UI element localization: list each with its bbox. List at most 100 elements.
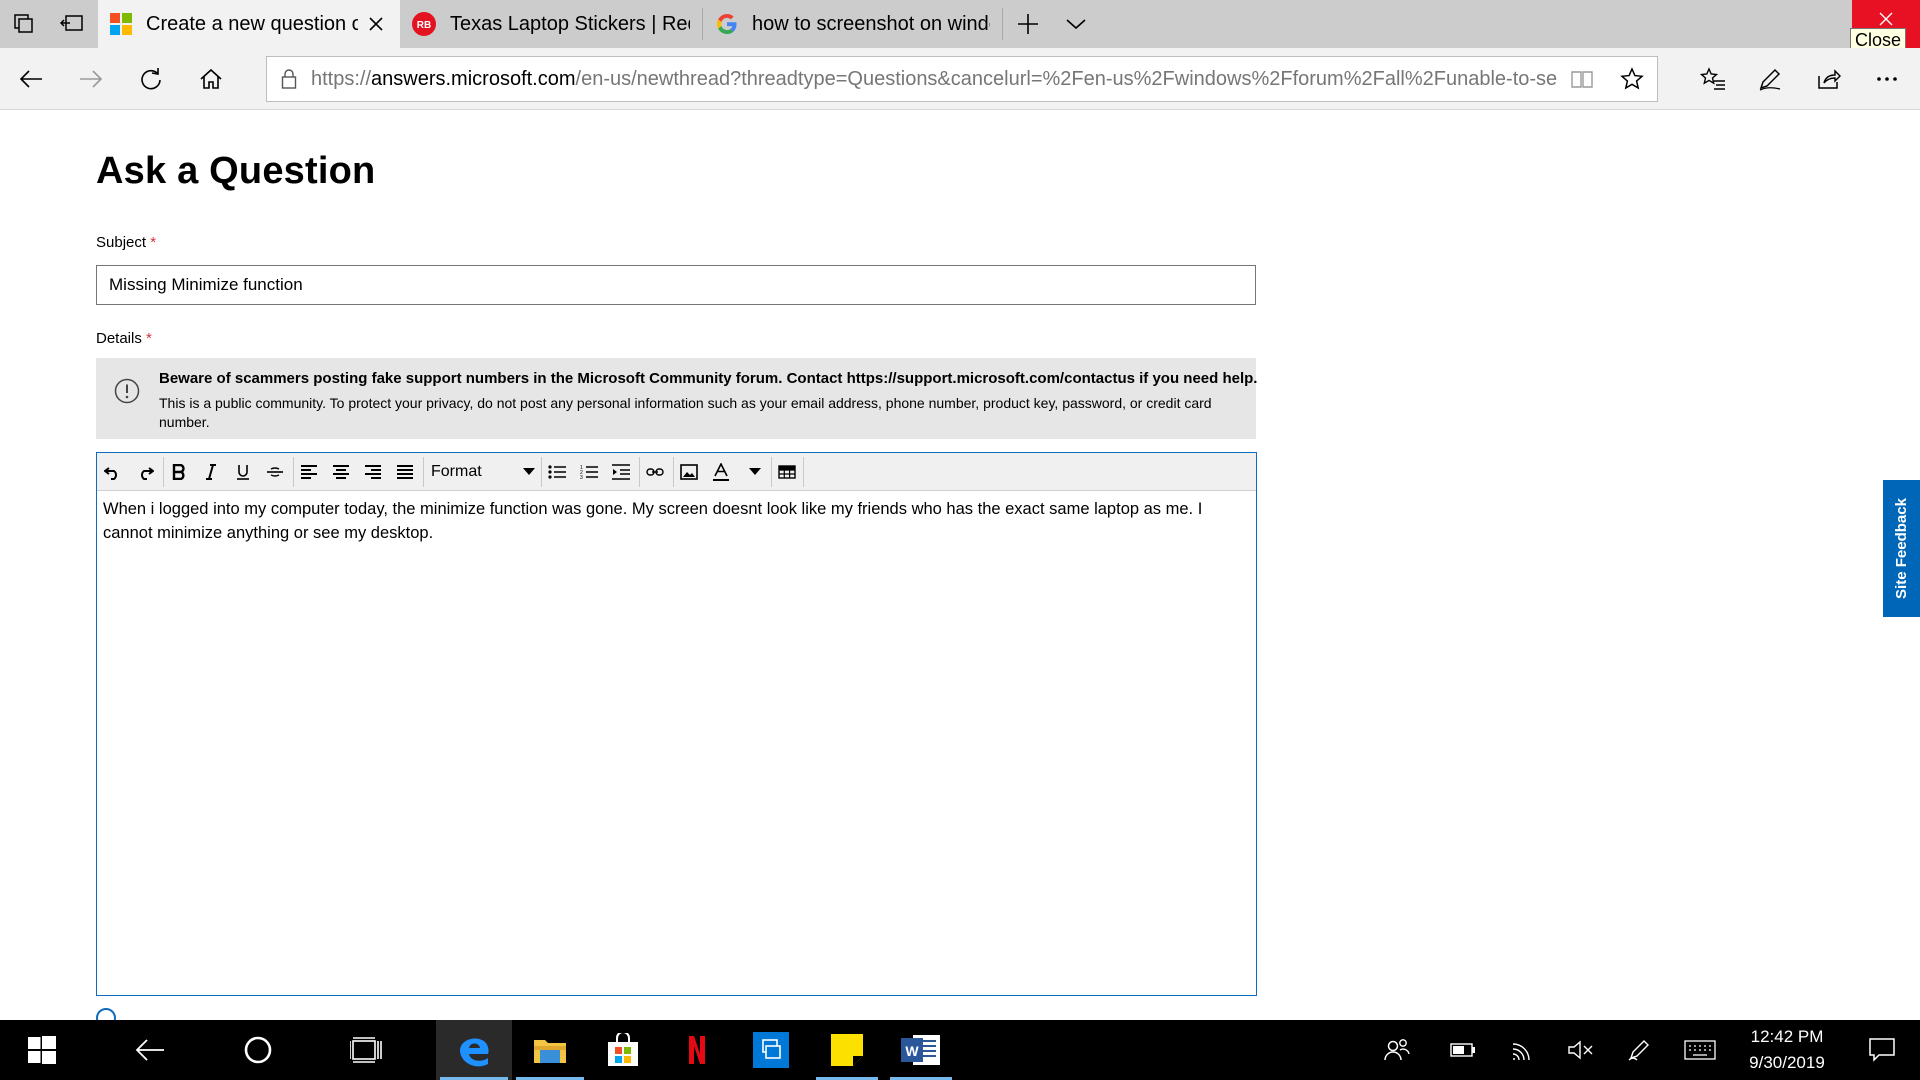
tab-create-question[interactable]: Create a new question o: [98, 0, 400, 48]
new-tab-button[interactable]: [1004, 0, 1052, 48]
action-center-button[interactable]: [1852, 1020, 1912, 1080]
site-feedback-label: Site Feedback: [1893, 498, 1911, 599]
tab-title: Create a new question o: [146, 12, 358, 35]
bullet-list-icon: [548, 465, 566, 479]
word-icon: W: [901, 1035, 940, 1065]
format-label: Format: [431, 463, 482, 480]
font-color-button[interactable]: [707, 458, 735, 486]
url-prefix: https://: [311, 67, 372, 90]
volume-status[interactable]: [1556, 1020, 1606, 1080]
taskbar-back-button[interactable]: [110, 1020, 190, 1080]
back-arrow-icon: [135, 1039, 164, 1061]
pen-workspace-button[interactable]: [1614, 1020, 1664, 1080]
taskbar-word[interactable]: W: [886, 1020, 956, 1080]
tab-preview-button[interactable]: [1052, 0, 1100, 48]
insert-link-button[interactable]: [641, 458, 669, 486]
align-center-button[interactable]: [327, 458, 355, 486]
battery-icon: [1450, 1043, 1475, 1057]
system-clock[interactable]: 12:42 PM 9/30/2019: [1728, 1020, 1846, 1080]
favorites-list-icon: [1700, 67, 1725, 90]
toolbar-separator: [423, 457, 424, 487]
format-dropdown[interactable]: Format: [427, 458, 539, 486]
lock-icon: [281, 69, 297, 89]
web-note-button[interactable]: [1746, 55, 1794, 103]
indent-icon: [612, 464, 630, 480]
font-color-dropdown[interactable]: [741, 458, 769, 486]
start-button[interactable]: [0, 1020, 84, 1080]
taskbar-tabs-app[interactable]: [736, 1020, 806, 1080]
editor-toolbar: Format 123: [97, 453, 1256, 491]
taskbar-store[interactable]: [588, 1020, 658, 1080]
subject-input[interactable]: [96, 265, 1256, 305]
insert-image-button[interactable]: [675, 458, 703, 486]
strikethrough-button[interactable]: [261, 458, 289, 486]
dropdown-arrow-icon: [523, 468, 535, 475]
subject-label-text: Subject: [96, 234, 147, 251]
home-button[interactable]: [187, 55, 235, 103]
share-button[interactable]: [1805, 55, 1853, 103]
edge-icon: [460, 1038, 489, 1067]
redo-button[interactable]: [131, 458, 159, 486]
pen-icon: [1759, 68, 1781, 91]
reading-view-icon[interactable]: [1570, 69, 1594, 89]
plus-icon: [1018, 14, 1038, 34]
battery-status[interactable]: [1438, 1020, 1488, 1080]
indent-button[interactable]: [607, 458, 635, 486]
more-dots-icon: [1877, 77, 1897, 81]
details-label: Details *: [96, 330, 152, 347]
details-editor: Format 123 When i logged into my compute…: [96, 452, 1257, 996]
favorites-button[interactable]: [1689, 55, 1737, 103]
required-mark: *: [146, 330, 152, 347]
undo-button[interactable]: [99, 458, 127, 486]
tabs-app-icon: [753, 1032, 789, 1068]
refresh-button[interactable]: [127, 55, 175, 103]
justify-button[interactable]: [391, 458, 419, 486]
task-view-button[interactable]: [326, 1020, 406, 1080]
people-button[interactable]: [1372, 1020, 1422, 1080]
tab-how-to-screenshot[interactable]: how to screenshot on windo: [704, 0, 1002, 48]
favorite-star-icon[interactable]: [1620, 67, 1644, 91]
tabs-aside-button[interactable]: [0, 0, 48, 48]
taskbar-edge[interactable]: [436, 1020, 512, 1080]
align-right-button[interactable]: [359, 458, 387, 486]
strikethrough-icon: [267, 467, 283, 477]
bulleted-list-button[interactable]: [543, 458, 571, 486]
pen-workspace-icon: [1628, 1040, 1649, 1061]
touch-keyboard-button[interactable]: [1672, 1020, 1728, 1080]
network-status[interactable]: [1498, 1020, 1548, 1080]
url-field[interactable]: https://answers.microsoft.com/en-us/newt…: [266, 56, 1658, 102]
page-content: Ask a Question Subject * Details * Bewar…: [0, 110, 1920, 1020]
tab-title: Texas Laptop Stickers | Redb: [450, 12, 690, 35]
cortana-button[interactable]: [218, 1020, 298, 1080]
share-icon: [1818, 69, 1841, 89]
italic-button[interactable]: [197, 458, 225, 486]
microsoft-logo-icon: [110, 13, 132, 35]
chevron-down-icon: [1066, 19, 1086, 30]
align-left-button[interactable]: [295, 458, 323, 486]
address-bar-row: https://answers.microsoft.com/en-us/newt…: [0, 48, 1920, 110]
insert-table-button[interactable]: [773, 458, 801, 486]
folder-icon: [534, 1040, 566, 1063]
align-center-icon: [333, 465, 349, 479]
settings-more-button[interactable]: [1863, 55, 1911, 103]
numbered-list-button[interactable]: 123: [575, 458, 603, 486]
tab-texas-laptop-stickers[interactable]: RB Texas Laptop Stickers | Redb: [402, 0, 702, 48]
close-tab-icon[interactable]: [368, 16, 384, 32]
set-tabs-aside-button[interactable]: [48, 0, 96, 48]
taskbar-file-explorer[interactable]: [512, 1020, 588, 1080]
underline-button[interactable]: [229, 458, 257, 486]
forward-button[interactable]: [67, 55, 115, 103]
tab-separator: [1002, 8, 1003, 40]
justify-icon: [397, 465, 413, 479]
taskbar-sticky-notes[interactable]: [812, 1020, 882, 1080]
bold-icon: [172, 464, 185, 480]
details-textarea[interactable]: When i logged into my computer today, th…: [103, 497, 1249, 545]
back-button[interactable]: [7, 55, 55, 103]
site-feedback-button[interactable]: Site Feedback: [1883, 480, 1920, 617]
url-host: answers.microsoft.com: [371, 67, 576, 90]
bold-button[interactable]: [165, 458, 193, 486]
taskbar-netflix[interactable]: [662, 1020, 732, 1080]
align-right-icon: [365, 465, 381, 479]
toolbar-separator: [293, 457, 294, 487]
undo-icon: [104, 467, 117, 480]
